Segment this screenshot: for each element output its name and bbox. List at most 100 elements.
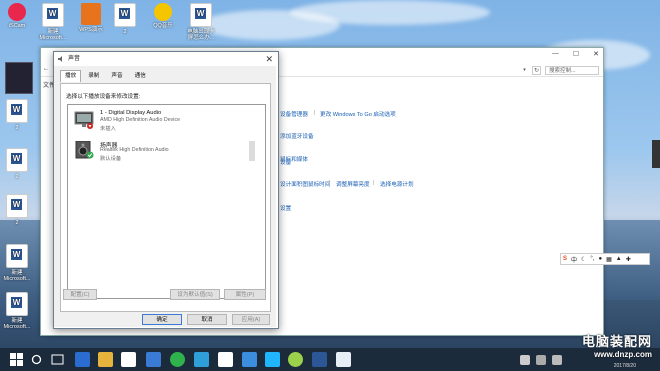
close-icon[interactable]: ✕ [593, 50, 599, 58]
green-app-icon[interactable] [170, 352, 185, 367]
keyboard-icon[interactable]: ▦ [606, 256, 612, 263]
ie-icon[interactable] [75, 352, 90, 367]
folder-icon[interactable] [98, 352, 113, 367]
level-meter [249, 141, 255, 161]
link-separator: | [373, 180, 375, 186]
qq-music-icon [154, 3, 172, 21]
ok-button[interactable]: 确定 [142, 314, 182, 325]
cancel-button[interactable]: 取消 [187, 314, 227, 325]
device-status: 未插入 [100, 126, 116, 132]
search-input[interactable]: 搜索控制... [545, 66, 599, 75]
desktop-icon-doc-2[interactable]: 2 [110, 3, 140, 35]
link-settings[interactable]: 设置 [280, 204, 291, 212]
camera-icon [8, 3, 26, 21]
tab-playback[interactable]: 播放 [60, 70, 82, 82]
tab-strip: 播放 录制 声音 通信 [60, 70, 153, 82]
desktop-icon-word-doc-2[interactable]: 新建 Microsoft... [2, 244, 32, 282]
desktop-icon-doc-freeze[interactable]: 电脑出现卡屏怎么办... [186, 3, 216, 41]
link-add-bluetooth[interactable]: 添加蓝牙设备 [280, 132, 314, 140]
mic-icon[interactable]: ● [599, 256, 603, 262]
properties-button[interactable]: 属性(P) [224, 289, 266, 300]
desktop-icon-doc-2c[interactable]: 2 [2, 148, 32, 180]
tab-recording[interactable]: 录制 [83, 70, 104, 82]
list-item[interactable]: 1 - Digital Display Audio AMD High Defin… [72, 109, 257, 133]
configure-button[interactable]: 配置(C) [63, 289, 97, 300]
browser-icon[interactable] [265, 352, 280, 367]
tray-icon[interactable] [552, 355, 562, 365]
watermark-line1: 电脑装配网 [581, 334, 652, 349]
refresh-icon[interactable]: ↻ [532, 66, 541, 75]
close-icon[interactable]: ✕ [265, 52, 273, 66]
word-doc-icon [190, 3, 212, 27]
desktop-thumbnail[interactable] [5, 62, 33, 94]
dialog-title: 声音 [68, 56, 81, 62]
link-mouse-time[interactable]: 设计面积图鼠标时间 [280, 180, 330, 188]
desktop-icon-qqmusic[interactable]: QQ音乐 [148, 3, 178, 29]
ime-toolbar[interactable]: S 中 ☾ °, ● ▦ ▲ ✚ [560, 253, 650, 265]
side-panel-tab[interactable] [652, 140, 660, 168]
speaker-device-icon [75, 141, 94, 159]
photos-icon[interactable] [242, 352, 257, 367]
maximize-icon[interactable]: ☐ [573, 50, 579, 58]
green-check-icon [86, 151, 94, 159]
tray-icon[interactable] [536, 355, 546, 365]
set-default-button[interactable]: 设为默认值(S) [170, 289, 220, 300]
watermark-line2: www.dnzp.com [594, 350, 652, 359]
dialog-body: 播放 录制 声音 通信 选择以下播放设备来修改设置: 1 - Digital D… [54, 66, 276, 327]
desktop-icon-doc-2b[interactable]: 2 [2, 99, 32, 131]
desktop-icon-iscam[interactable]: iSCam [2, 3, 32, 29]
qq-browser-icon[interactable] [288, 352, 303, 367]
minimize-icon[interactable]: — [552, 50, 559, 58]
desktop-icon-wps[interactable]: WPS演示 [76, 3, 106, 33]
apply-button[interactable]: 应用(A) [232, 314, 270, 325]
sogou-logo-icon: S [563, 256, 568, 262]
instruction-text: 选择以下播放设备来修改设置: [66, 94, 141, 100]
chevron-down-icon[interactable]: ▾ [520, 66, 529, 75]
desktop-icon-word-doc[interactable]: 新建 Microsoft... [38, 3, 68, 41]
punctuation-icon[interactable]: °, [590, 256, 594, 262]
taskbar [0, 348, 660, 371]
word-doc-icon [6, 99, 28, 123]
word-doc-icon [6, 148, 28, 172]
word-doc-icon [114, 3, 136, 27]
link-screen-brightness[interactable]: 调整屏幕亮度 [336, 180, 370, 188]
moon-icon[interactable]: ☾ [581, 256, 586, 263]
sound-dialog[interactable]: 声音 ✕ 播放 录制 声音 通信 选择以下播放设备来修改设置: 1 - Digi… [53, 51, 279, 329]
device-desc: AMD High Definition Audio Device [100, 117, 181, 123]
dialog-titlebar[interactable]: 声音 ✕ [54, 52, 278, 66]
skin-icon[interactable]: ▲ [616, 256, 622, 262]
windows-start-icon[interactable] [9, 352, 24, 367]
word-app-icon[interactable] [121, 352, 136, 367]
wps-presentation-icon [81, 3, 101, 25]
watermark: 电脑装配网 www.dnzp.com [582, 331, 652, 359]
tray-icon[interactable] [520, 355, 530, 365]
word-doc-icon [6, 292, 28, 316]
playback-tab-page: 选择以下播放设备来修改设置: 1 - Digital Display Audio… [60, 83, 271, 312]
link-power-plan[interactable]: 选择电源计划 [380, 180, 414, 188]
device-list[interactable]: 1 - Digital Display Audio AMD High Defin… [67, 104, 266, 299]
desktop-icon-doc-2d[interactable]: 2 [2, 194, 32, 226]
task-view-icon[interactable] [50, 352, 65, 367]
desktop-icon-word-doc-3[interactable]: 新建 Microsoft... [2, 292, 32, 330]
device-status: 默认设备 [100, 156, 122, 162]
speaker-icon [58, 56, 62, 62]
tab-communications[interactable]: 通信 [130, 70, 151, 82]
window-buttons: — ☐ ✕ [552, 50, 599, 58]
link-windows-to-go[interactable]: 更改 Windows To Go 启动选项 [320, 110, 396, 118]
link-device-manager[interactable]: 设备管理器 [280, 110, 308, 118]
sound-app-icon[interactable] [336, 352, 351, 367]
device-name: 1 - Digital Display Audio [100, 110, 162, 116]
mail-icon[interactable] [218, 352, 233, 367]
word-icon[interactable] [312, 352, 327, 367]
search-icon[interactable] [29, 352, 44, 367]
word-doc-icon [42, 3, 64, 27]
tools-icon[interactable]: ✚ [626, 256, 631, 263]
app-icon[interactable] [146, 352, 161, 367]
back-arrow-icon[interactable]: ← [43, 66, 49, 72]
list-item[interactable]: 扬声器 Realtek High Definition Audio 默认设备 [72, 139, 257, 163]
monitor-icon [74, 111, 94, 129]
tab-sounds[interactable]: 声音 [106, 70, 127, 82]
ime-mode[interactable]: 中 [571, 255, 577, 264]
monitor-app-icon[interactable] [194, 352, 209, 367]
device-desc: Realtek High Definition Audio [100, 147, 169, 153]
